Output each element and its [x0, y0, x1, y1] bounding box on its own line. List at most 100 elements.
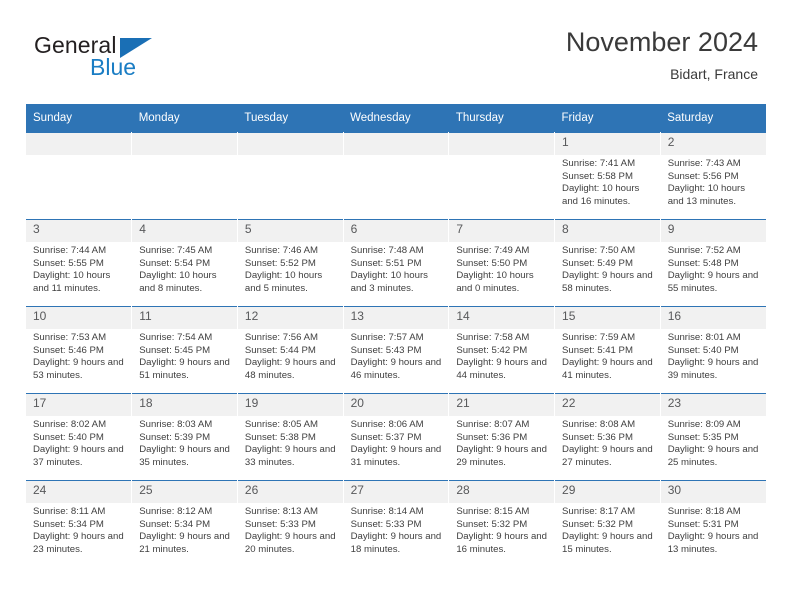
calendar-day-cell[interactable]: 6 Sunrise: 7:48 AM Sunset: 5:51 PM Daylight… — [343, 219, 450, 307]
day-number: 29 — [555, 481, 660, 503]
day-number: 9 — [660, 220, 766, 242]
calendar-day-cell[interactable]: 30 Sunrise: 8:18 AM Sunset: 5:31 PM Dayligh… — [660, 480, 766, 567]
calendar-day-cell[interactable]: 1 Sunrise: 7:41 AM Sunset: 5:58 PM Daylight… — [554, 132, 661, 220]
day-sun-info: Sunrise: 7:45 AM Sunset: 5:54 PM Daylight:… — [132, 242, 237, 295]
day-number: 30 — [660, 481, 766, 503]
calendar-day-cell[interactable]: 13 Sunrise: 7:57 AM Sunset: 5:43 PM Dayligh… — [343, 306, 450, 394]
sunset-text: Sunset: 5:33 PM — [350, 518, 422, 530]
day-sun-info: Sunrise: 8:03 AM Sunset: 5:39 PM Daylight:… — [132, 416, 237, 469]
day-number: 10 — [26, 307, 132, 329]
sunrise-text: Sunrise: 7:41 AM — [562, 158, 636, 169]
sunrise-text: Sunrise: 8:11 AM — [33, 506, 106, 517]
day-number: 12 — [237, 307, 343, 329]
sunset-text: Sunset: 5:40 PM — [667, 344, 739, 356]
daylight-text: Daylight: 9 hours and 16 minutes. — [456, 531, 547, 555]
calendar-day-cell[interactable]: 8 Sunrise: 7:50 AM Sunset: 5:49 PM Daylight… — [554, 219, 661, 307]
day-number: 19 — [237, 394, 343, 416]
weekday-header-sunday: Sunday — [26, 104, 132, 133]
calendar-day-cell[interactable]: 19 Sunrise: 8:05 AM Sunset: 5:38 PM Dayligh… — [237, 393, 344, 481]
day-sun-info: Sunrise: 8:18 AM Sunset: 5:31 PM Daylight:… — [661, 503, 766, 556]
calendar-day-cell[interactable]: 16 Sunrise: 8:01 AM Sunset: 5:40 PM Dayligh… — [660, 306, 766, 394]
day-sun-info: Sunrise: 7:48 AM Sunset: 5:51 PM Daylight:… — [344, 242, 449, 295]
calendar-day-cell[interactable]: 12 Sunrise: 7:56 AM Sunset: 5:44 PM Dayligh… — [237, 306, 344, 394]
day-number: 21 — [449, 394, 555, 416]
sunrise-text: Sunrise: 7:50 AM — [562, 245, 636, 256]
weekday-header-friday: Friday — [554, 104, 661, 133]
daylight-text: Daylight: 10 hours and 0 minutes. — [456, 270, 534, 294]
calendar-table: Sunday Monday Tuesday Wednesday Thursday… — [26, 104, 766, 567]
sunset-text: Sunset: 5:36 PM — [456, 431, 528, 443]
day-number: 17 — [26, 394, 132, 416]
day-number — [26, 133, 132, 155]
calendar-day-cell[interactable]: 25 Sunrise: 8:12 AM Sunset: 5:34 PM Dayligh… — [131, 480, 238, 567]
weekday-header-monday: Monday — [131, 104, 238, 133]
sunrise-text: Sunrise: 7:48 AM — [350, 245, 424, 256]
sunset-text: Sunset: 5:37 PM — [350, 431, 422, 443]
sunrise-text: Sunrise: 8:03 AM — [139, 419, 213, 430]
calendar-day-cell[interactable]: 5 Sunrise: 7:46 AM Sunset: 5:52 PM Daylight… — [237, 219, 344, 307]
day-sun-info: Sunrise: 7:41 AM Sunset: 5:58 PM Daylight:… — [555, 155, 660, 208]
sunset-text: Sunset: 5:39 PM — [139, 431, 211, 443]
day-sun-info: Sunrise: 7:54 AM Sunset: 5:45 PM Daylight:… — [132, 329, 237, 382]
sunrise-text: Sunrise: 7:52 AM — [667, 245, 741, 256]
sunset-text: Sunset: 5:45 PM — [139, 344, 211, 356]
day-sun-info: Sunrise: 7:57 AM Sunset: 5:43 PM Daylight:… — [344, 329, 449, 382]
calendar-day-cell[interactable]: 4 Sunrise: 7:45 AM Sunset: 5:54 PM Daylight… — [131, 219, 238, 307]
calendar-day-cell[interactable]: 7 Sunrise: 7:49 AM Sunset: 5:50 PM Daylight… — [448, 219, 556, 307]
sunset-text: Sunset: 5:43 PM — [350, 344, 422, 356]
day-number: 5 — [237, 220, 343, 242]
day-sun-info: Sunrise: 7:52 AM Sunset: 5:48 PM Daylight:… — [661, 242, 766, 295]
day-number: 8 — [555, 220, 660, 242]
day-number: 27 — [343, 481, 449, 503]
calendar-day-cell[interactable]: 11 Sunrise: 7:54 AM Sunset: 5:45 PM Dayligh… — [131, 306, 238, 394]
sunset-text: Sunset: 5:40 PM — [33, 431, 104, 443]
calendar-week-row: 10 Sunrise: 7:53 AM Sunset: 5:46 PM Dayligh… — [26, 306, 766, 394]
sunrise-text: Sunrise: 8:14 AM — [350, 506, 424, 517]
calendar-day-cell[interactable]: 18 Sunrise: 8:03 AM Sunset: 5:39 PM Dayligh… — [131, 393, 238, 481]
calendar-day-cell[interactable]: 26 Sunrise: 8:13 AM Sunset: 5:33 PM Dayligh… — [237, 480, 344, 567]
calendar-day-cell[interactable]: 17 Sunrise: 8:02 AM Sunset: 5:40 PM Dayligh… — [26, 393, 133, 481]
daylight-text: Daylight: 9 hours and 21 minutes. — [139, 531, 230, 555]
calendar-day-cell[interactable]: 27 Sunrise: 8:14 AM Sunset: 5:33 PM Dayligh… — [343, 480, 450, 567]
daylight-text: Daylight: 9 hours and 53 minutes. — [33, 357, 124, 381]
day-sun-info: Sunrise: 8:05 AM Sunset: 5:38 PM Daylight:… — [238, 416, 343, 469]
sunrise-text: Sunrise: 8:17 AM — [562, 506, 636, 517]
calendar-day-cell[interactable]: 3 Sunrise: 7:44 AM Sunset: 5:55 PM Daylight… — [26, 219, 133, 307]
sunset-text: Sunset: 5:51 PM — [350, 257, 422, 269]
daylight-text: Daylight: 9 hours and 44 minutes. — [456, 357, 547, 381]
sunrise-text: Sunrise: 8:07 AM — [456, 419, 530, 430]
day-number: 28 — [449, 481, 555, 503]
day-number: 4 — [132, 220, 237, 242]
calendar-day-cell[interactable]: 28 Sunrise: 8:15 AM Sunset: 5:32 PM Dayligh… — [448, 480, 556, 567]
calendar-day-cell[interactable]: 23 Sunrise: 8:09 AM Sunset: 5:35 PM Dayligh… — [660, 393, 766, 481]
calendar-day-cell[interactable]: 15 Sunrise: 7:59 AM Sunset: 5:41 PM Dayligh… — [554, 306, 661, 394]
calendar-day-cell[interactable]: 14 Sunrise: 7:58 AM Sunset: 5:42 PM Dayligh… — [448, 306, 556, 394]
sunrise-text: Sunrise: 7:54 AM — [139, 332, 213, 343]
calendar-day-cell[interactable]: 22 Sunrise: 8:08 AM Sunset: 5:36 PM Dayligh… — [554, 393, 661, 481]
daylight-text: Daylight: 9 hours and 31 minutes. — [350, 444, 442, 468]
sunset-text: Sunset: 5:48 PM — [667, 257, 739, 269]
calendar-day-cell[interactable]: 2 Sunrise: 7:43 AM Sunset: 5:56 PM Daylight… — [660, 132, 766, 220]
calendar-day-cell[interactable]: 29 Sunrise: 8:17 AM Sunset: 5:32 PM Dayligh… — [554, 480, 661, 567]
calendar-body: 1 Sunrise: 7:41 AM Sunset: 5:58 PM Daylight… — [26, 132, 766, 567]
calendar-day-cell[interactable]: 24 Sunrise: 8:11 AM Sunset: 5:34 PM Dayligh… — [26, 480, 133, 567]
day-number: 16 — [660, 307, 766, 329]
sunset-text: Sunset: 5:49 PM — [562, 257, 633, 269]
day-sun-info: Sunrise: 7:53 AM Sunset: 5:46 PM Daylight:… — [26, 329, 131, 382]
daylight-text: Daylight: 9 hours and 55 minutes. — [667, 270, 759, 294]
calendar-day-cell[interactable]: 9 Sunrise: 7:52 AM Sunset: 5:48 PM Daylight… — [660, 219, 766, 307]
sunset-text: Sunset: 5:46 PM — [33, 344, 104, 356]
sunrise-text: Sunrise: 8:18 AM — [667, 506, 741, 517]
calendar-week-row: 3 Sunrise: 7:44 AM Sunset: 5:55 PM Daylight… — [26, 219, 766, 307]
weekday-header-saturday: Saturday — [660, 104, 766, 133]
calendar-day-cell[interactable]: 21 Sunrise: 8:07 AM Sunset: 5:36 PM Dayligh… — [448, 393, 556, 481]
daylight-text: Daylight: 9 hours and 33 minutes. — [244, 444, 336, 468]
daylight-text: Daylight: 9 hours and 35 minutes. — [139, 444, 230, 468]
daylight-text: Daylight: 9 hours and 23 minutes. — [33, 531, 124, 555]
sunrise-text: Sunrise: 8:08 AM — [562, 419, 636, 430]
calendar-day-cell[interactable]: 10 Sunrise: 7:53 AM Sunset: 5:46 PM Dayligh… — [26, 306, 133, 394]
sunrise-text: Sunrise: 7:59 AM — [562, 332, 636, 343]
day-number: 15 — [555, 307, 660, 329]
daylight-text: Daylight: 9 hours and 51 minutes. — [139, 357, 230, 381]
calendar-day-cell[interactable]: 20 Sunrise: 8:06 AM Sunset: 5:37 PM Dayligh… — [343, 393, 450, 481]
